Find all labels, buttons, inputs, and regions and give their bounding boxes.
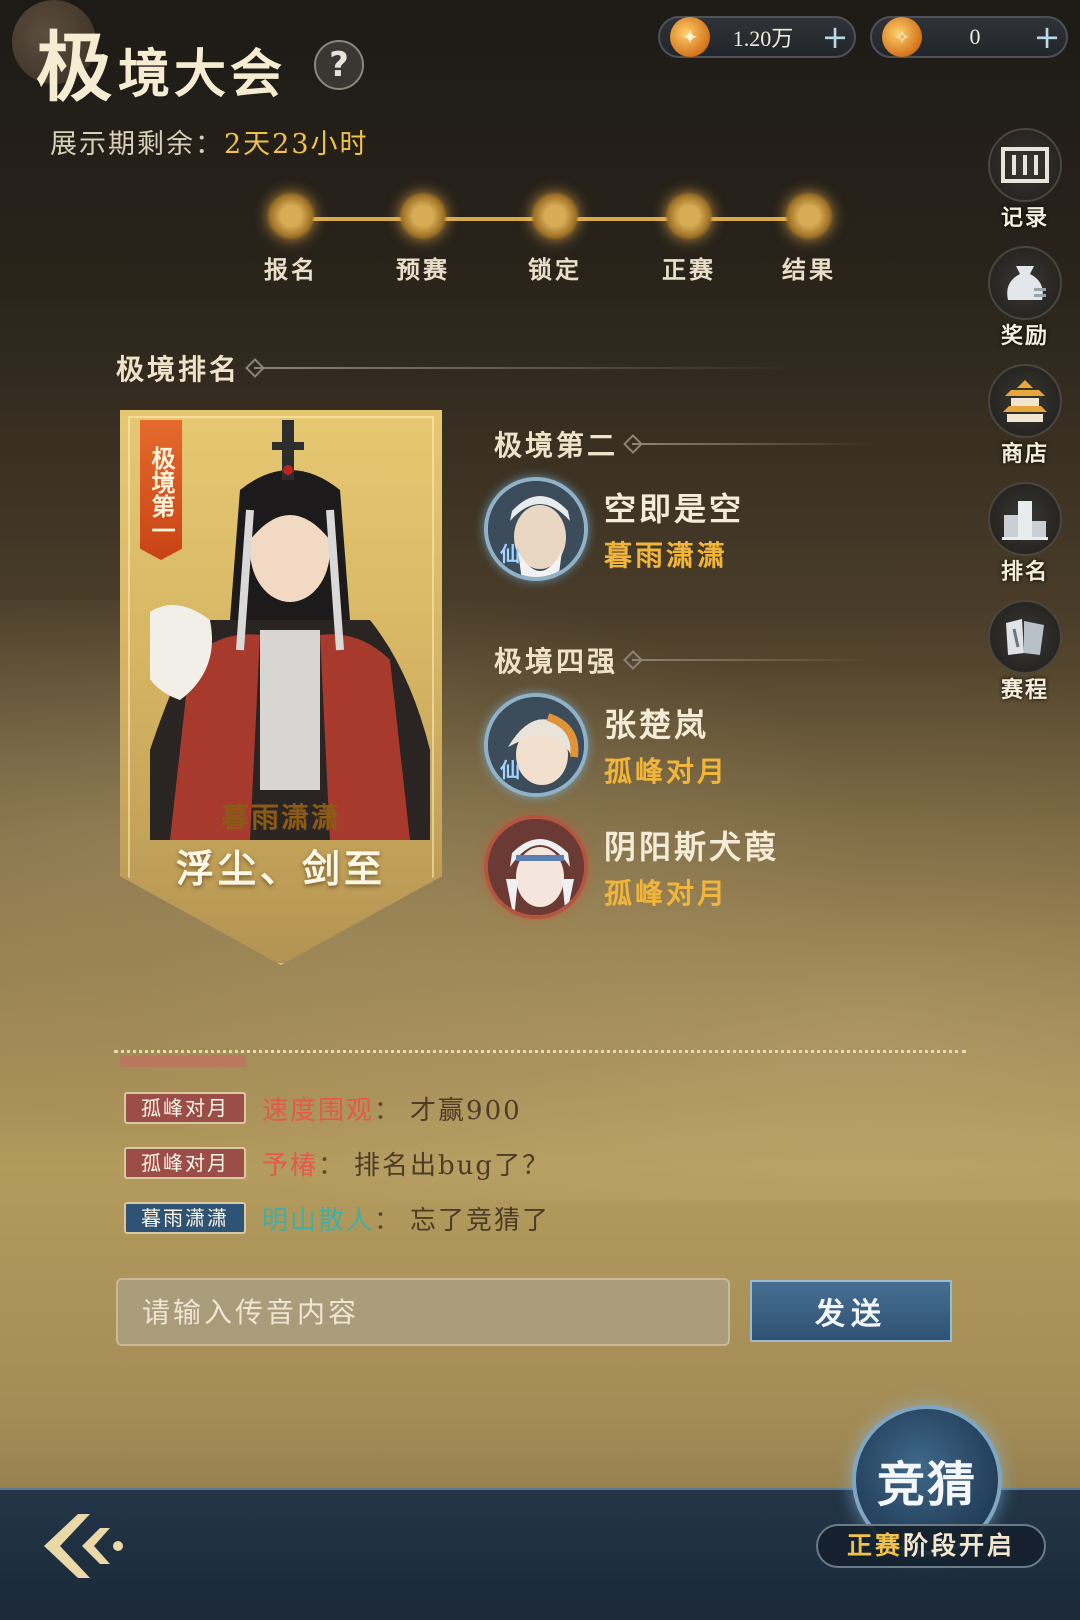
heading-divider bbox=[632, 443, 873, 445]
stage-lock: 锁定 bbox=[500, 192, 610, 285]
top4-player[interactable]: 仙 张楚岚 孤峰对月 bbox=[484, 690, 728, 800]
heading-divider bbox=[254, 367, 795, 369]
guess-note-highlight: 正赛 bbox=[846, 1531, 903, 1560]
reward-icon bbox=[988, 246, 1062, 320]
display-countdown: 展示期剩余：2天23小时 bbox=[50, 122, 369, 161]
player-guild: 暮雨潇潇 bbox=[604, 539, 729, 572]
chat-text: 忘了竞猜了 bbox=[410, 1205, 551, 1236]
send-button[interactable]: 发送 bbox=[750, 1280, 952, 1342]
flame-coin-icon: ✦ bbox=[670, 17, 710, 57]
ranking-icon bbox=[988, 482, 1062, 556]
player-info: 阴阳斯犬葭 孤峰对月 bbox=[604, 822, 779, 912]
stage-dot bbox=[665, 192, 713, 240]
chat-username[interactable]: 速度围观 bbox=[262, 1090, 374, 1127]
schedule-icon bbox=[988, 600, 1062, 674]
avatar bbox=[484, 815, 588, 919]
second-place-player[interactable]: 仙 空即是空 暮雨潇潇 bbox=[484, 474, 744, 584]
stage-main: 正赛 bbox=[634, 192, 744, 285]
flame-token-icon: ✧ bbox=[882, 17, 922, 57]
chat-guild-tag: 孤峰对月 bbox=[124, 1092, 246, 1124]
chat-separator bbox=[114, 1050, 966, 1053]
chat-colon: ： bbox=[374, 1095, 401, 1126]
stage-label: 正赛 bbox=[662, 255, 716, 284]
stage-dot bbox=[785, 192, 833, 240]
chat-text: 排名出bug了？ bbox=[354, 1150, 551, 1181]
side-item-label: 排名 bbox=[1000, 559, 1049, 585]
chat-text: 才赢900 bbox=[410, 1095, 522, 1126]
first-place-tag: 极境第一 bbox=[140, 420, 182, 560]
chat-input[interactable] bbox=[116, 1278, 730, 1346]
side-item-label: 商店 bbox=[1000, 441, 1049, 467]
player-guild: 孤峰对月 bbox=[604, 877, 729, 910]
side-item-label: 奖励 bbox=[1000, 323, 1049, 349]
chat-message: 暮雨潇潇 明山散人 ： 忘了竞猜了 bbox=[124, 1200, 550, 1236]
second-place-heading: 极境第二 bbox=[494, 424, 873, 464]
countdown-value: 2天23小时 bbox=[224, 129, 369, 160]
avatar-mark: 仙 bbox=[500, 758, 520, 782]
chat-guild-tag: 孤峰对月 bbox=[124, 1147, 246, 1179]
stage-dot bbox=[267, 192, 315, 240]
player-name: 阴阳斯犬葭 bbox=[604, 828, 780, 866]
stage-preliminary: 预赛 bbox=[368, 192, 478, 285]
stage-dot bbox=[531, 192, 579, 240]
first-place-name: 浮尘、剑至 bbox=[175, 846, 386, 891]
side-item-shop[interactable]: 商店 bbox=[985, 364, 1065, 468]
avatar: 仙 bbox=[484, 693, 588, 797]
heading-divider bbox=[632, 659, 873, 661]
stage-label: 锁定 bbox=[528, 255, 582, 284]
side-item-record[interactable]: 记录 bbox=[985, 128, 1065, 232]
player-name: 空即是空 bbox=[604, 490, 745, 528]
page-title: 极 境大会 bbox=[36, 18, 286, 108]
record-icon bbox=[988, 128, 1062, 202]
back-arrow-icon[interactable] bbox=[36, 1508, 126, 1584]
top4-heading-text: 极境四强 bbox=[494, 645, 619, 678]
currency-secondary: ✧ 0 + bbox=[870, 16, 1068, 58]
chat-message: 孤峰对月 予椿 ： 排名出bug了？ bbox=[124, 1145, 550, 1181]
currency-primary-amount: 1.20万 bbox=[732, 26, 794, 51]
player-info: 空即是空 暮雨潇潇 bbox=[604, 484, 744, 574]
page-title-first-char: 极 bbox=[36, 23, 112, 112]
player-info: 张楚岚 孤峰对月 bbox=[604, 700, 728, 790]
currency-secondary-amount: 0 bbox=[969, 24, 981, 49]
player-name: 张楚岚 bbox=[604, 706, 710, 744]
currency-secondary-add-button[interactable]: + bbox=[1028, 18, 1066, 56]
avatar: 仙 bbox=[484, 477, 588, 581]
chat-username[interactable]: 予椿 bbox=[262, 1145, 318, 1182]
stage-signup: 报名 bbox=[236, 192, 346, 285]
chat-guild-tag: 暮雨潇潇 bbox=[124, 1202, 246, 1234]
ranking-heading: 极境排名 bbox=[116, 348, 795, 388]
page-title-rest: 境大会 bbox=[118, 44, 287, 105]
side-item-ranking[interactable]: 排名 bbox=[985, 482, 1065, 586]
chat-previous-message-cutoff bbox=[120, 1055, 246, 1067]
chat-colon: ： bbox=[374, 1205, 401, 1236]
guess-note-text: 阶段开启 bbox=[903, 1531, 1016, 1560]
stage-label: 预赛 bbox=[396, 255, 450, 284]
first-place-guild: 暮雨潇潇 bbox=[220, 801, 341, 834]
top4-player[interactable]: 阴阳斯犬葭 孤峰对月 bbox=[484, 812, 779, 922]
ranking-heading-text: 极境排名 bbox=[116, 353, 241, 386]
stage-result: 结果 bbox=[754, 192, 864, 285]
top4-heading: 极境四强 bbox=[494, 640, 873, 680]
player-guild: 孤峰对月 bbox=[604, 755, 729, 788]
currency-primary-add-button[interactable]: + bbox=[816, 18, 854, 56]
side-item-reward[interactable]: 奖励 bbox=[985, 246, 1065, 350]
side-item-label: 赛程 bbox=[1000, 677, 1049, 703]
stage-dot bbox=[399, 192, 447, 240]
help-button[interactable]: ? bbox=[314, 40, 364, 90]
stage-label: 结果 bbox=[782, 255, 836, 284]
first-place-character-portrait bbox=[150, 420, 430, 840]
stage-label: 报名 bbox=[264, 255, 318, 284]
chat-message: 孤峰对月 速度围观 ： 才赢900 bbox=[124, 1090, 522, 1126]
avatar-mark: 仙 bbox=[500, 542, 520, 566]
side-item-schedule[interactable]: 赛程 bbox=[985, 600, 1065, 704]
countdown-label: 展示期剩余： bbox=[50, 129, 224, 160]
shop-icon bbox=[988, 364, 1062, 438]
second-place-heading-text: 极境第二 bbox=[494, 429, 619, 462]
side-item-label: 记录 bbox=[1000, 205, 1049, 231]
guess-status-note: 正赛阶段开启 bbox=[816, 1524, 1046, 1568]
chat-colon: ： bbox=[318, 1150, 345, 1181]
currency-primary: ✦ 1.20万 + bbox=[658, 16, 856, 58]
chat-username[interactable]: 明山散人 bbox=[262, 1200, 374, 1237]
